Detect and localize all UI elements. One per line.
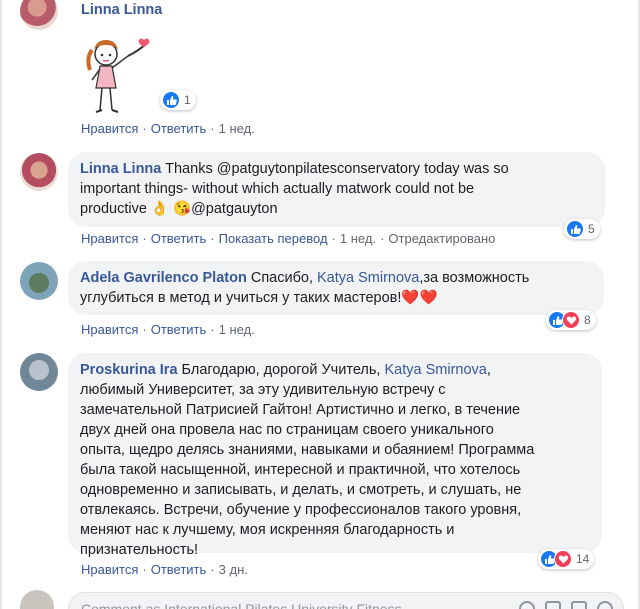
like-link[interactable]: Нравится [81,231,138,246]
comment-text: , [486,362,491,378]
comment-input-placeholder: Comment as International Pilates Univers… [81,601,414,609]
like-reaction-icon [162,91,180,109]
love-reaction-icon [562,311,580,329]
reply-link[interactable]: Ответить [151,322,207,337]
comment-actions: Нравится · Ответить · 3 дн. [81,562,248,577]
comment-text: любимый Университет, за эту удивительную… [80,382,446,398]
comment-actions: Нравится · Ответить · Показать перевод · 1 нед… [81,231,496,246]
comment-bubble: Adela Gavrilenco Platon Спасибо, Katya S… [68,261,604,315]
comments-panel: Linna Linna 1 Нравится · Ответить · 1 нед. [0,0,640,609]
reply-link[interactable]: Ответить [151,231,207,246]
comment-text: productive 👌 😘@patgauyton [80,201,278,217]
comment-text: Thanks @patguytonpilatesconservatory tod… [165,161,509,177]
reply-link[interactable]: Ответить [151,562,207,577]
comment-text: была такой насыщенной, интересной и прак… [80,462,521,478]
like-reaction-icon [566,220,584,238]
comment-text: important things- without which actually… [80,181,475,197]
timestamp[interactable]: 1 нед. [340,231,376,246]
comment-text: одновременно и записывать, и делать, и с… [80,482,522,498]
comment-text: признательность! [80,542,199,558]
emoji-icon[interactable] [519,601,535,609]
comment-author[interactable]: Linna Linna [80,161,161,177]
avatar[interactable] [20,262,58,300]
edited-label[interactable]: Отредактировано [388,231,495,246]
see-translation-link[interactable]: Показать перевод [219,231,328,246]
sticker-image [78,36,158,120]
reaction-count: 1 [184,93,191,107]
sticker-icon[interactable] [597,601,613,609]
mention-link[interactable]: Katya Smirnova [317,270,419,286]
comment-text: двух дней она провела нас по страницам с… [80,422,494,438]
comment-actions: Нравится · Ответить · 1 нед. [81,322,255,337]
reaction-summary[interactable]: 5 [564,219,600,239]
comment-bubble: Linna Linna Thanks @patguytonpilatescons… [68,152,605,227]
reaction-count: 14 [576,552,590,566]
avatar[interactable] [20,0,58,30]
comment-text: Благодарю, дорогой Учитель, [177,362,385,378]
gif-icon[interactable] [571,601,587,609]
comment-actions: Нравится · Ответить · 1 нед. [81,121,255,136]
timestamp[interactable]: 1 нед. [219,121,255,136]
like-link[interactable]: Нравится [81,121,138,136]
comment-bubble: Proskurina Ira Благодарю, дорогой Учител… [68,353,602,558]
comment-text: ,за возможность [419,270,530,286]
comment-text: Спасибо, [246,270,318,286]
mention-link[interactable]: Katya Smirnova [384,362,486,378]
avatar[interactable] [20,153,58,191]
comment-author[interactable]: Adela Gavrilenco Platon [80,270,247,286]
reaction-summary[interactable]: 1 [160,90,196,110]
love-reaction-icon [554,550,572,568]
comment-text: отвлекаясь. Встречи, обучение у професси… [80,502,522,518]
comment-text: опыта, щедро делясь знаниями, навыками и… [80,442,535,458]
like-link[interactable]: Нравится [81,562,138,577]
camera-icon[interactable] [545,601,561,609]
comment-input[interactable]: Comment as International Pilates Univers… [68,592,624,609]
reaction-summary[interactable]: 14 [538,549,595,569]
reaction-count: 5 [588,222,595,236]
reply-link[interactable]: Ответить [151,121,207,136]
comment-text: замечательной Патрисией Гайтон! Артистич… [80,402,521,418]
timestamp[interactable]: 1 нед. [219,322,255,337]
avatar[interactable] [20,353,58,391]
like-link[interactable]: Нравится [81,322,138,337]
comment-text: меняют нас к лучшему, моя искренняя благ… [80,522,455,538]
timestamp[interactable]: 3 дн. [219,562,248,577]
comment-text: углубиться в метод и учиться у таких мас… [80,290,438,306]
comment-author[interactable]: Linna Linna [81,2,162,18]
reaction-count: 8 [584,313,591,327]
composer-avatar [20,590,54,609]
reaction-summary[interactable]: 8 [546,310,596,330]
comment-author[interactable]: Proskurina Ira [80,362,178,378]
